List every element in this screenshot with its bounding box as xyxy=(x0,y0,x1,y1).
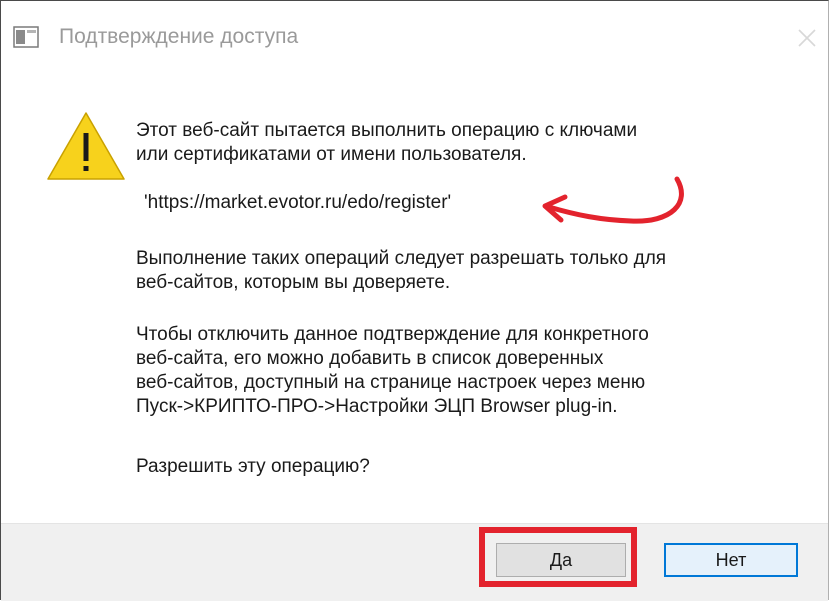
message-text-3: Чтобы отключить данное подтверждение для… xyxy=(136,324,649,417)
title-bar: Подтверждение доступа xyxy=(1,1,828,71)
no-button[interactable]: Нет xyxy=(664,543,798,577)
window-app-icon xyxy=(13,26,39,48)
warning-icon xyxy=(47,112,125,180)
question-text: Разрешить эту операцию? xyxy=(136,456,370,477)
message-text-1: Этот веб-сайт пытается выполнить операци… xyxy=(136,120,638,165)
page: Подтверждение доступа Этот веб-сайт пыта… xyxy=(0,0,831,602)
message-text-2: Выполнение таких операций следует разреш… xyxy=(136,248,667,293)
close-icon[interactable] xyxy=(794,25,820,51)
window-title: Подтверждение доступа xyxy=(59,25,299,48)
red-arrow-annotation xyxy=(542,176,684,224)
confirm-access-dialog: Подтверждение доступа Этот веб-сайт пыта… xyxy=(0,0,829,601)
yes-button[interactable]: Да xyxy=(496,543,626,577)
site-url: 'https://market.evotor.ru/edo/register' xyxy=(144,192,452,213)
